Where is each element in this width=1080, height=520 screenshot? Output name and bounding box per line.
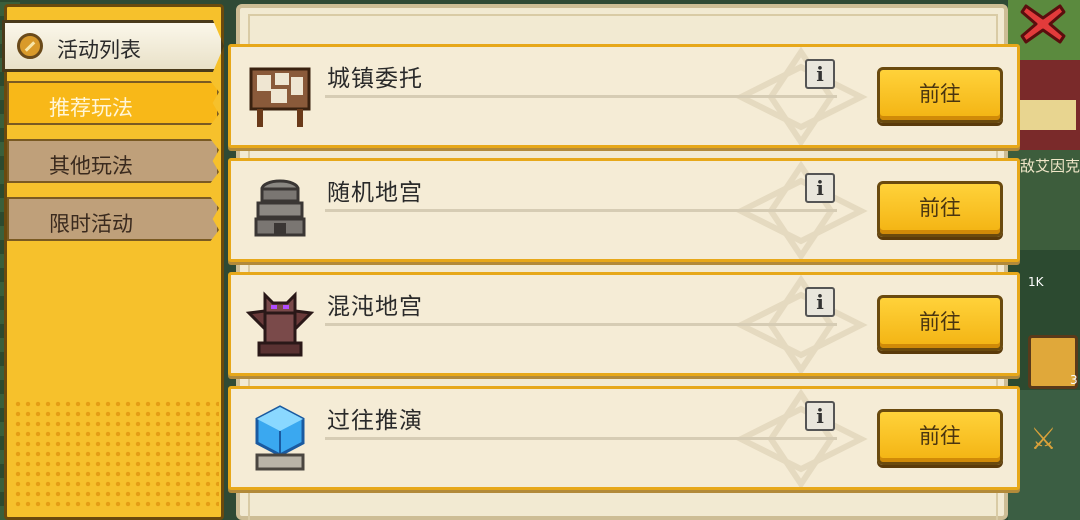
activity-title: 过往推演	[327, 408, 423, 434]
stone-tower-icon	[254, 179, 306, 237]
sword-icon: ⚔	[1030, 422, 1057, 457]
info-icon[interactable]: i	[805, 173, 835, 203]
sidebar-item-label: 推荐玩法	[49, 96, 133, 120]
go-button[interactable]: 前往	[877, 295, 1003, 351]
page-title: 活动列表	[57, 38, 141, 62]
compass-icon	[17, 33, 43, 59]
sidebar-item-limited[interactable]: 限时活动	[7, 197, 219, 241]
activity-row: 城镇委托 i 前往	[228, 44, 1020, 148]
demon-statue-icon	[245, 291, 315, 357]
activity-title: 混沌地宫	[327, 294, 423, 320]
activity-row: 混沌地宫 i 前往	[228, 272, 1020, 376]
title-divider	[325, 209, 837, 212]
go-button[interactable]: 前往	[877, 409, 1003, 465]
activity-row: 随机地宫 i 前往	[228, 158, 1020, 262]
info-icon[interactable]: i	[805, 401, 835, 431]
title-divider	[325, 95, 837, 98]
activity-list-header: 活动列表	[2, 20, 224, 72]
sidebar-item-other[interactable]: 其他玩法	[7, 139, 219, 183]
go-button[interactable]: 前往	[877, 67, 1003, 123]
activity-title: 城镇委托	[327, 66, 423, 92]
building-sign	[1016, 100, 1076, 130]
sidebar-item-label: 其他玩法	[49, 154, 133, 178]
title-divider	[325, 437, 837, 440]
sidebar-item-label: 限时活动	[49, 212, 133, 236]
info-icon[interactable]: i	[805, 287, 835, 317]
title-divider	[325, 323, 837, 326]
sidebar-item-recommended[interactable]: 推荐玩法	[7, 81, 219, 125]
activity-sidebar: 推荐玩法 其他玩法 限时活动	[4, 4, 224, 520]
dot-pattern	[13, 399, 219, 509]
item-count: 3	[1070, 373, 1078, 387]
info-icon[interactable]: i	[805, 59, 835, 89]
ice-cube-icon	[255, 405, 305, 471]
activity-title: 随机地宫	[327, 180, 423, 206]
npc-name-text: 敌艾因克	[1020, 157, 1080, 175]
go-button[interactable]: 前往	[877, 181, 1003, 237]
close-icon[interactable]	[1020, 2, 1066, 46]
activity-row: 过往推演 i 前往	[228, 386, 1020, 490]
resource-badge: 1K	[1028, 275, 1044, 289]
notice-board-icon	[249, 67, 311, 127]
